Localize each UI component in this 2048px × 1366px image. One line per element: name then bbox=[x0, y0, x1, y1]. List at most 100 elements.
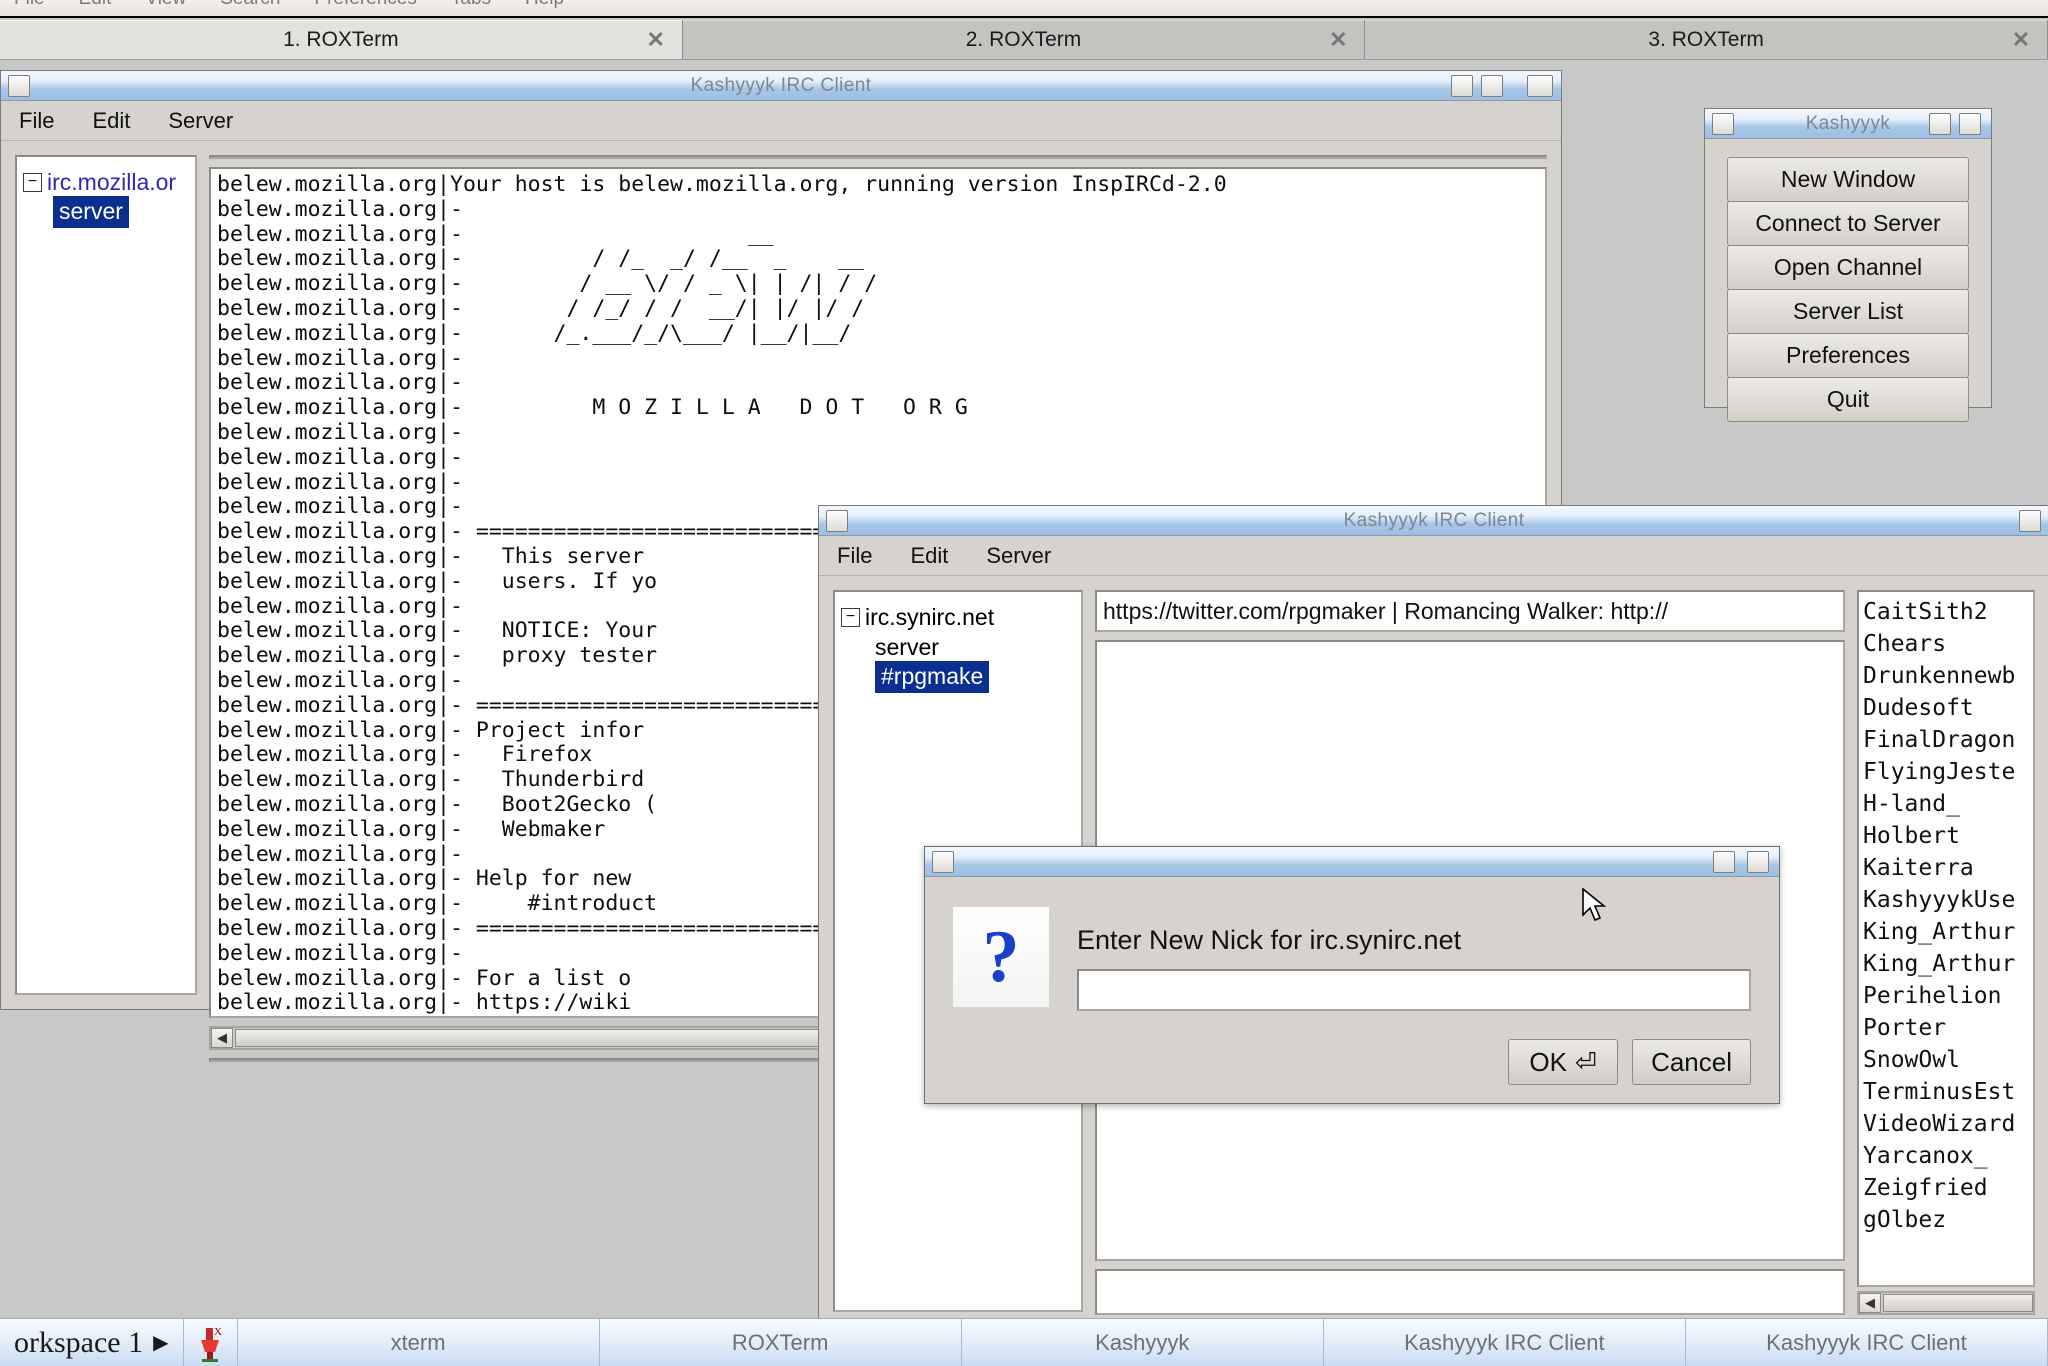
window-title-back: Kashyyyk IRC Client bbox=[690, 74, 872, 96]
menubar-front[interactable]: File Edit Server bbox=[819, 536, 2048, 576]
window-title-palette: Kashyyyk bbox=[1805, 112, 1891, 134]
close-icon[interactable]: ✕ bbox=[1328, 28, 1348, 50]
window-title-front: Kashyyyk IRC Client bbox=[1343, 509, 1525, 531]
nick-horizontal-scrollbar[interactable]: ◀ bbox=[1857, 1291, 2035, 1315]
tree-label-host-back: irc.mozilla.or bbox=[47, 168, 177, 195]
minimize-icon[interactable] bbox=[1713, 851, 1735, 873]
menu-edit-back[interactable]: Edit bbox=[92, 108, 130, 134]
maximize-icon[interactable] bbox=[1959, 113, 1981, 135]
window-kashyyyk-palette[interactable]: Kashyyyk New Window Connect to Server Op… bbox=[1704, 108, 1992, 422]
server-list-button[interactable]: Server List bbox=[1727, 289, 1969, 334]
roxterm-tab-1[interactable]: 1. ROXTerm ✕ bbox=[0, 20, 683, 59]
enter-key-icon: ⏎ bbox=[1574, 1046, 1597, 1077]
roxterm-tab-3[interactable]: 3. ROXTerm ✕ bbox=[1365, 20, 2048, 59]
roxterm-menubar[interactable]: File Edit View Search Preferences Tabs H… bbox=[0, 0, 2048, 18]
svg-text:X: X bbox=[214, 1326, 222, 1338]
close-icon[interactable]: ✕ bbox=[646, 28, 666, 50]
scrollbar-thumb[interactable] bbox=[1883, 1294, 2033, 1312]
titlebar-back[interactable]: Kashyyyk IRC Client bbox=[1, 71, 1561, 101]
ok-button-label: OK bbox=[1529, 1046, 1567, 1077]
workspace-label: orkspace 1 bbox=[14, 1325, 144, 1359]
window-menu-icon[interactable] bbox=[932, 851, 954, 873]
roxterm-tab-2[interactable]: 2. ROXTerm ✕ bbox=[682, 20, 1366, 59]
roxterm-menu-file[interactable]: File bbox=[14, 0, 45, 10]
roxterm-menu-tabs[interactable]: Tabs bbox=[451, 0, 491, 10]
tree-back: − irc.mozilla.or server bbox=[17, 157, 195, 237]
tree-label-child-back: server bbox=[53, 196, 129, 228]
question-icon: ? bbox=[953, 907, 1049, 1007]
task-xterm[interactable]: xterm bbox=[238, 1319, 600, 1366]
titlebar-palette[interactable]: Kashyyyk bbox=[1705, 109, 1991, 139]
nick-column: CaitSith2 Chears Drunkennewb Dudesoft Fi… bbox=[1857, 590, 2035, 1315]
desktop: File Edit View Search Preferences Tabs H… bbox=[0, 0, 2048, 1366]
new-window-button[interactable]: New Window bbox=[1727, 157, 1969, 202]
roxterm-menu-search[interactable]: Search bbox=[220, 0, 280, 10]
roxterm-menu-preferences[interactable]: Preferences bbox=[314, 0, 416, 10]
tree-row-server-front[interactable]: − irc.synirc.net bbox=[841, 602, 1075, 632]
window-menu-icon[interactable] bbox=[1712, 113, 1734, 135]
scroll-left-icon[interactable]: ◀ bbox=[1859, 1293, 1881, 1313]
chevron-collapse-icon[interactable]: − bbox=[841, 607, 860, 627]
titlebar-dialog[interactable] bbox=[925, 847, 1779, 877]
titlebar-front[interactable]: Kashyyyk IRC Client bbox=[819, 506, 2048, 536]
quit-button[interactable]: Quit bbox=[1727, 377, 1969, 422]
menu-server-back[interactable]: Server bbox=[168, 108, 233, 134]
minimize-icon[interactable] bbox=[1451, 75, 1473, 97]
close-icon[interactable] bbox=[1527, 75, 1553, 97]
task-kashyyyk-irc-client-2[interactable]: Kashyyyk IRC Client bbox=[1686, 1319, 2048, 1366]
preferences-button[interactable]: Preferences bbox=[1727, 333, 1969, 378]
roxterm-tab-1-label: 1. ROXTerm bbox=[283, 27, 399, 51]
menu-file-back[interactable]: File bbox=[19, 108, 54, 134]
dialog-body: ? Enter New Nick for irc.synirc.net OK ⏎… bbox=[925, 877, 1779, 1105]
tree-row-channel[interactable]: #rpgmake bbox=[841, 661, 1075, 693]
tree-label-rpgmaker: #rpgmake bbox=[875, 661, 990, 693]
menu-file-front[interactable]: File bbox=[837, 543, 872, 569]
maximize-icon[interactable] bbox=[1747, 851, 1769, 873]
tree-row-server-back[interactable]: − irc.mozilla.or bbox=[23, 167, 189, 197]
tree-row-child-back[interactable]: server bbox=[23, 196, 189, 228]
window-menu-icon[interactable] bbox=[8, 75, 30, 97]
tree-front: − irc.synirc.net server #rpgmake bbox=[835, 592, 1081, 702]
menu-server-front[interactable]: Server bbox=[986, 543, 1051, 569]
roxterm-tab-2-label: 2. ROXTerm bbox=[965, 27, 1082, 51]
chevron-right-icon[interactable]: ▶ bbox=[153, 1330, 168, 1355]
tree-label-server: server bbox=[875, 633, 939, 660]
dialog-enter-new-nick[interactable]: ? Enter New Nick for irc.synirc.net OK ⏎… bbox=[924, 846, 1780, 1104]
topic-bar-back[interactable] bbox=[209, 155, 1547, 159]
task-roxterm[interactable]: ROXTerm bbox=[600, 1319, 962, 1366]
close-icon[interactable]: ✕ bbox=[2011, 28, 2031, 50]
nick-input[interactable] bbox=[1077, 969, 1751, 1011]
roxterm-menu-help[interactable]: Help bbox=[525, 0, 564, 10]
nick-list-text: CaitSith2 Chears Drunkennewb Dudesoft Fi… bbox=[1863, 599, 2016, 1233]
topic-bar-front[interactable]: https://twitter.com/rpgmaker | Romancing… bbox=[1095, 590, 1845, 632]
palette-body: New Window Connect to Server Open Channe… bbox=[1705, 139, 1991, 439]
open-channel-button[interactable]: Open Channel bbox=[1727, 245, 1969, 290]
taskbar: orkspace 1 ▶ X xterm ROXTerm Kashyyyk Ka… bbox=[0, 1318, 2048, 1366]
tree-row-server-child[interactable]: server bbox=[841, 632, 1075, 662]
maximize-icon[interactable] bbox=[2019, 510, 2041, 532]
roxterm-tabbar: 1. ROXTerm ✕ 2. ROXTerm ✕ 3. ROXTerm ✕ bbox=[0, 20, 2048, 60]
task-kashyyyk[interactable]: Kashyyyk bbox=[962, 1319, 1324, 1366]
task-kashyyyk-irc-client-1[interactable]: Kashyyyk IRC Client bbox=[1324, 1319, 1686, 1366]
chevron-collapse-icon[interactable]: − bbox=[23, 172, 42, 192]
workspace-switcher[interactable]: orkspace 1 ▶ bbox=[0, 1319, 184, 1366]
nick-list[interactable]: CaitSith2 Chears Drunkennewb Dudesoft Fi… bbox=[1857, 590, 2035, 1287]
roxterm-tab-3-label: 3. ROXTerm bbox=[1648, 27, 1764, 51]
minimize-icon[interactable] bbox=[1929, 113, 1951, 135]
menubar-back[interactable]: File Edit Server bbox=[1, 101, 1561, 141]
connect-to-server-button[interactable]: Connect to Server bbox=[1727, 201, 1969, 246]
dialog-buttons: OK ⏎ Cancel bbox=[1508, 1039, 1751, 1085]
roxterm-menu-view[interactable]: View bbox=[145, 0, 186, 10]
xterm-tray-icon[interactable]: X bbox=[184, 1319, 238, 1366]
window-menu-icon[interactable] bbox=[826, 510, 848, 532]
menu-edit-front[interactable]: Edit bbox=[910, 543, 948, 569]
dialog-message: Enter New Nick for irc.synirc.net bbox=[1077, 925, 1462, 955]
cancel-button[interactable]: Cancel bbox=[1632, 1039, 1751, 1085]
message-input-front[interactable] bbox=[1095, 1269, 1845, 1315]
ok-button[interactable]: OK ⏎ bbox=[1508, 1039, 1619, 1085]
maximize-icon[interactable] bbox=[1481, 75, 1503, 97]
tree-label-host-front: irc.synirc.net bbox=[865, 603, 995, 630]
scroll-left-icon[interactable]: ◀ bbox=[211, 1028, 233, 1049]
server-tree-back[interactable]: − irc.mozilla.or server bbox=[15, 155, 197, 995]
roxterm-menu-edit[interactable]: Edit bbox=[79, 0, 112, 10]
